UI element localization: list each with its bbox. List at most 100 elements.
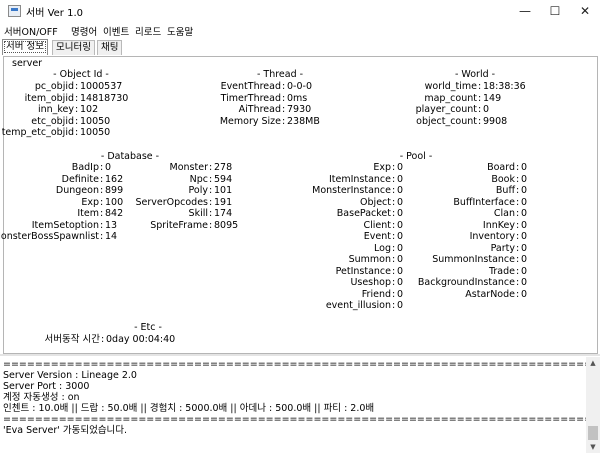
pool-colon: : <box>516 208 520 219</box>
database-colon: : <box>209 219 213 231</box>
world-heading: - World - <box>454 69 496 80</box>
thread-key: Memory Size <box>219 115 281 127</box>
database-key: Skill <box>188 208 208 219</box>
database-colon: : <box>100 231 104 242</box>
app-icon <box>8 5 21 17</box>
database-key: Poly <box>188 185 208 196</box>
thread-key: TimerThread <box>220 92 281 104</box>
etc-colon: : <box>101 334 105 345</box>
object-id-heading: - Object Id - <box>53 69 109 80</box>
pool-colon: : <box>516 196 520 208</box>
pool-value: 0 <box>521 242 528 254</box>
pool-key: Clan <box>493 208 515 219</box>
world-value: 0 <box>483 104 490 115</box>
object-id-colon: : <box>75 127 79 138</box>
pool-key: event_illusion <box>325 300 391 311</box>
object-id-value: 10050 <box>80 115 111 127</box>
etc-key: 서버동작 시간 <box>44 334 100 345</box>
database-heading: - Database - <box>100 151 160 162</box>
world-value: 149 <box>483 92 502 104</box>
pool-value: 0 <box>397 300 404 311</box>
log-line: Server Port : 3000 <box>3 381 90 392</box>
tab-monitoring[interactable]: 모니터링 <box>52 40 95 55</box>
pool-colon: : <box>516 288 520 300</box>
pool-colon: : <box>516 242 520 254</box>
pool-key: BackgroundInstance <box>417 277 515 288</box>
world-colon: : <box>478 104 482 115</box>
database-value: 14 <box>105 231 118 242</box>
pool-key: Trade <box>488 265 515 277</box>
splitter[interactable] <box>0 354 600 356</box>
database-key: MonsterBossSpawnlist <box>0 231 99 242</box>
thread-heading: - Thread - <box>256 69 304 80</box>
tab-chat[interactable]: 채팅 <box>97 40 123 55</box>
pool-value: 0 <box>521 254 528 265</box>
menu-server-onoff[interactable]: 서버ON/OFF <box>4 24 58 38</box>
object-id-key: pc_objid <box>34 81 74 92</box>
thread-key: AiThread <box>238 104 281 115</box>
pool-key: AstarNode <box>465 288 515 300</box>
database-colon: : <box>209 185 213 196</box>
server-info-panel: server - Object Id - pc_objid:1000537 item… <box>0 56 598 354</box>
pool-colon: : <box>516 173 520 185</box>
pool-key: Book <box>491 173 515 185</box>
pool-key: Party <box>490 242 515 254</box>
etc-heading: - Etc - <box>134 322 162 333</box>
thread-value: 7930 <box>287 104 312 115</box>
log-line: Server Version : Lineage 2.0 <box>3 370 137 381</box>
pool-key: Buff <box>495 185 515 196</box>
thread-value: 0ms <box>287 92 308 104</box>
object-id-key: inn_key <box>37 104 74 115</box>
object-id-key: item_objid <box>24 92 74 104</box>
pool-key: InnKey <box>482 219 515 231</box>
thread-key: EventThread <box>220 81 281 92</box>
window-title: 서버 Ver 1.0 <box>26 8 83 19</box>
pool-value: 0 <box>521 219 528 231</box>
pool-colon: : <box>516 265 520 277</box>
scroll-up-icon[interactable]: ▲ <box>586 357 600 369</box>
close-icon[interactable]: ✕ <box>570 0 600 22</box>
world-colon: : <box>478 92 482 104</box>
pool-colon: : <box>516 185 520 196</box>
pool-value: 0 <box>521 185 528 196</box>
minimize-icon[interactable]: — <box>510 0 540 22</box>
pool-heading: - Pool - <box>399 151 433 162</box>
database-colon: : <box>209 208 213 219</box>
thread-colon: : <box>282 104 286 115</box>
pool-key: Inventory <box>469 231 515 242</box>
pool-colon: : <box>516 219 520 231</box>
log-scrollbar[interactable]: ▲ ▼ <box>586 357 600 453</box>
pool-value: 0 <box>521 196 528 208</box>
thread-colon: : <box>282 81 286 92</box>
menu-events[interactable]: 이벤트 <box>103 24 129 38</box>
menu-reload[interactable]: 리로드 <box>135 24 161 38</box>
scroll-thumb[interactable] <box>588 426 598 440</box>
menu-commands[interactable]: 명령어 <box>71 24 97 38</box>
object-id-key: etc_objid <box>31 115 74 127</box>
pool-colon: : <box>516 277 520 288</box>
world-key: world_time <box>424 81 477 92</box>
scroll-down-icon[interactable]: ▼ <box>586 441 600 453</box>
pool-value: 0 <box>521 208 528 219</box>
object-id-colon: : <box>75 104 79 115</box>
world-value: 18:38:36 <box>483 81 526 92</box>
thread-colon: : <box>282 92 286 104</box>
log-line: 계정 자동생성 : on <box>3 392 80 403</box>
database-key: ServerOpcodes <box>135 196 208 208</box>
log-line: 인첸트 : 10.0배 || 드랍 : 50.0배 || 경험치 : 5000.… <box>3 403 375 414</box>
world-key: map_count <box>424 92 477 104</box>
database-colon: : <box>209 162 213 173</box>
maximize-icon[interactable]: ☐ <box>540 0 570 22</box>
tab-server-info[interactable]: 서버 정보 <box>2 39 48 55</box>
database-key: SpriteFrame <box>150 219 208 231</box>
thread-colon: : <box>282 115 286 127</box>
object-id-value: 10050 <box>80 127 111 138</box>
pool-value: 0 <box>521 231 528 242</box>
object-id-colon: : <box>75 115 79 127</box>
pool-colon: : <box>516 231 520 242</box>
log-line: 'Eva Server' 가동되었습니다. <box>3 425 128 436</box>
database-colon: : <box>209 173 213 185</box>
world-value: 9908 <box>483 115 508 127</box>
menu-help[interactable]: 도움말 <box>167 24 193 38</box>
pool-value: 0 <box>521 277 528 288</box>
